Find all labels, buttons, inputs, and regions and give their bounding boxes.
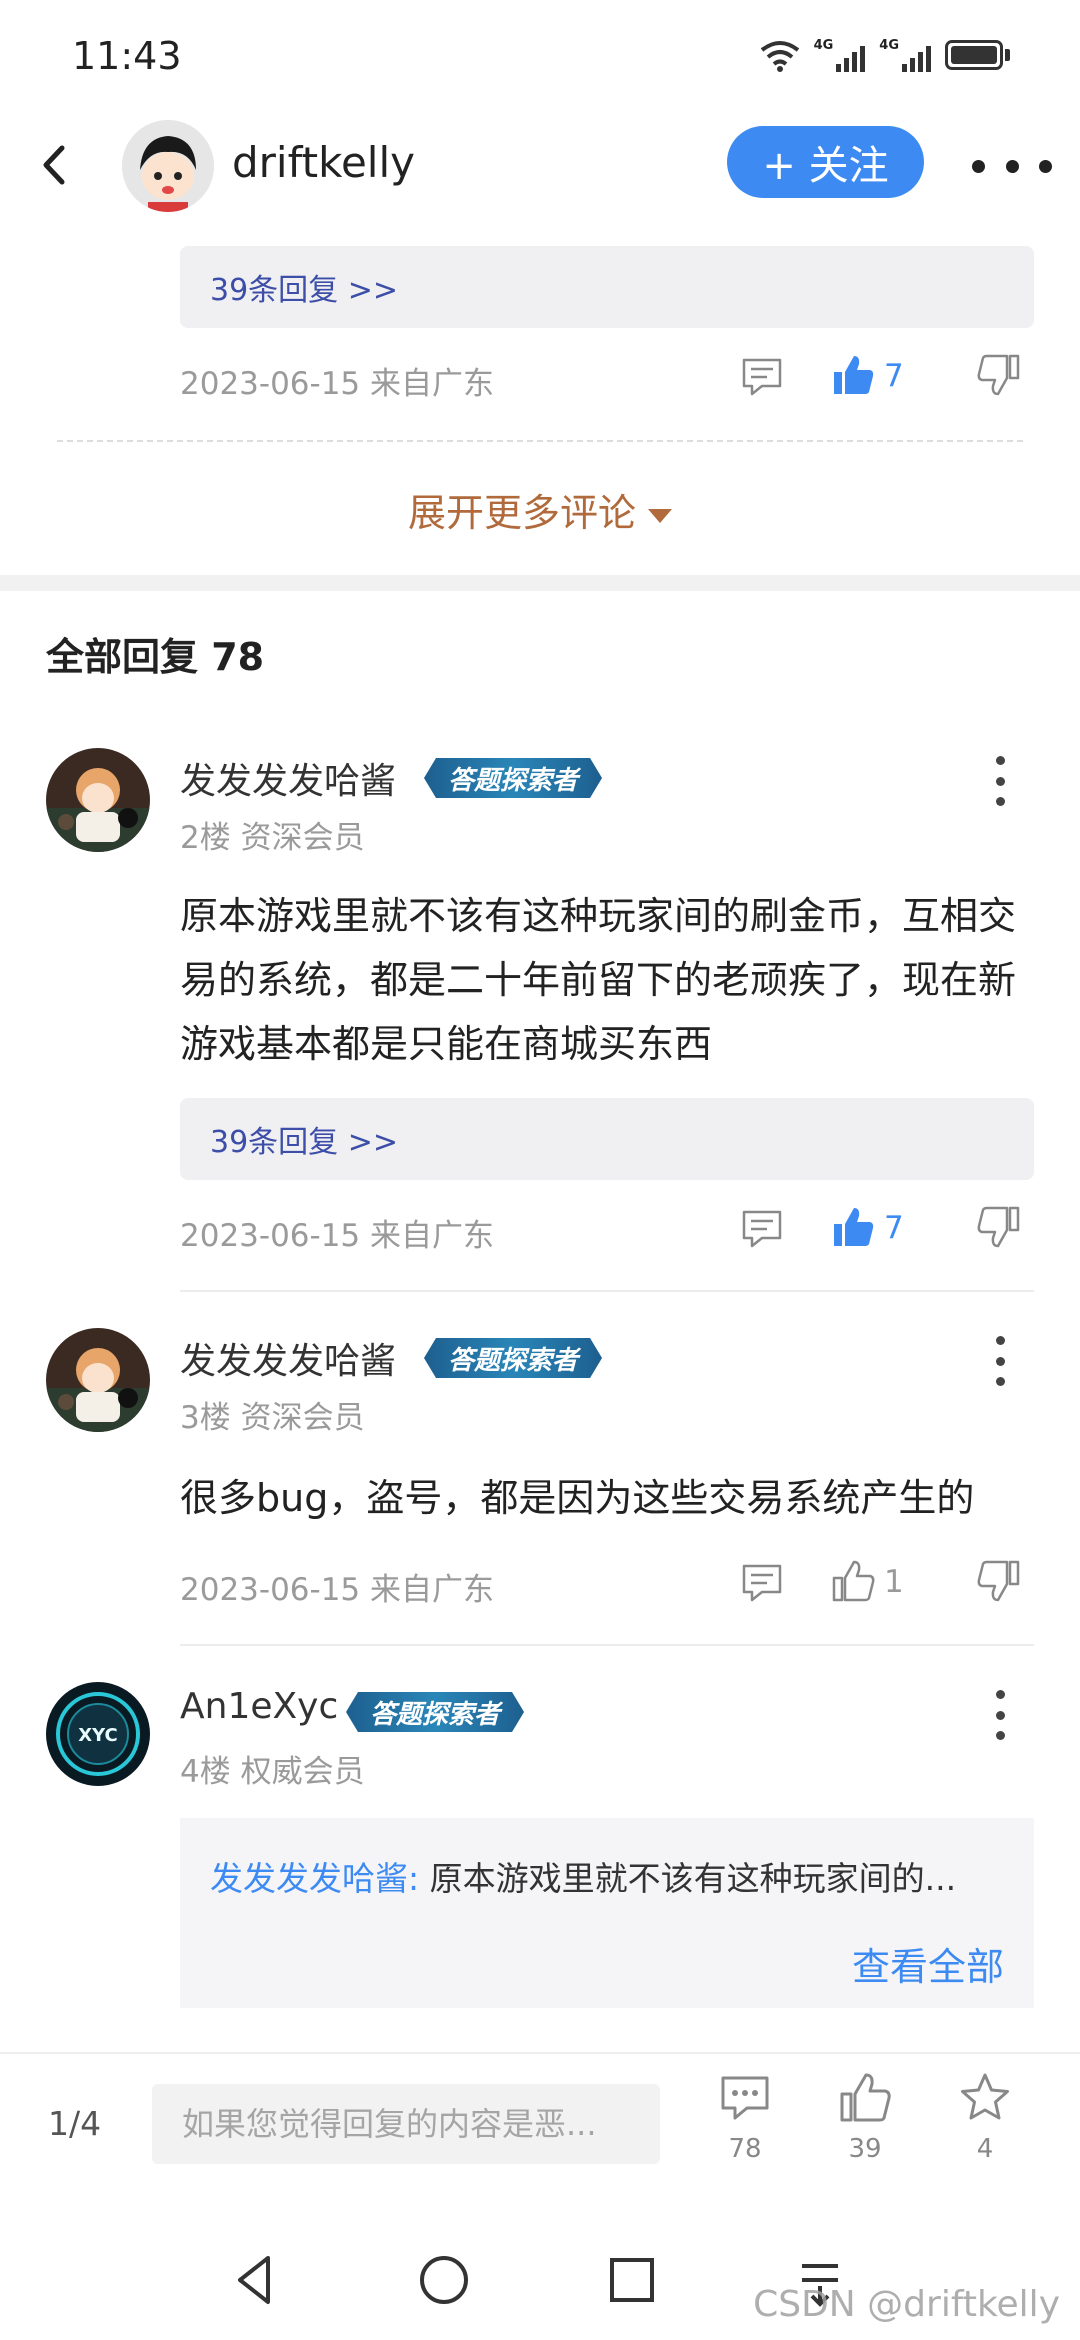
like-count: 1 [884, 1564, 904, 1600]
watermark: CSDN @driftkelly [753, 2284, 1060, 2325]
comment-divider [180, 1644, 1034, 1646]
commenter-username[interactable]: An1eXyc [180, 1686, 338, 1727]
dashed-divider [57, 440, 1023, 442]
comment-bubble-icon [721, 2076, 769, 2120]
thumbs-up-icon[interactable] [830, 1204, 876, 1250]
page-indicator[interactable]: 1/4 [48, 2104, 101, 2143]
comment-more-icon[interactable] [990, 1336, 1010, 1386]
replies-link[interactable]: 39条回复 >> [180, 246, 1034, 328]
quoted-reply-box[interactable]: 发发发发哈酱: 原本游戏里就不该有这种玩家间的... 查看全部 [180, 1818, 1034, 2008]
achievement-badge: 答题探索者 [424, 758, 602, 798]
comment-meta: 2023-06-15 来自广东 [180, 366, 495, 402]
comment-icon[interactable] [740, 1560, 784, 1604]
follow-button[interactable]: + 关注 [727, 126, 924, 198]
thumbs-down-icon[interactable] [976, 1558, 1022, 1604]
top-bar: driftkelly + 关注 [0, 110, 1080, 220]
favorite-button[interactable]: 4 [945, 2070, 1025, 2180]
expand-more-label: 展开更多评论 [407, 491, 636, 535]
floor-info: 4楼 权威会员 [180, 1754, 365, 1790]
back-arrow-icon[interactable] [30, 140, 80, 190]
anime-avatar-icon [46, 748, 150, 852]
battery-tip [1005, 49, 1010, 61]
comment-icon[interactable] [740, 354, 784, 398]
comment-meta-row: 2023-06-15 来自广东 7 [180, 1198, 1034, 1258]
like-count: 7 [884, 1210, 904, 1246]
comment-meta: 2023-06-15 来自广东 [180, 1572, 495, 1608]
comment-body: 很多bug，盗号，都是因为这些交易系统产生的 [180, 1476, 975, 1520]
nav-home-icon[interactable] [414, 2250, 474, 2310]
comment-more-icon[interactable] [990, 756, 1010, 806]
achievement-badge: 答题探索者 [346, 1692, 524, 1732]
all-replies-heading: 全部回复 78 [46, 635, 265, 679]
achievement-badge: 答题探索者 [424, 1338, 602, 1378]
status-icons: 4G 4G [760, 38, 1010, 72]
nav-recents-icon[interactable] [602, 2250, 662, 2310]
signal-icon: 4G [814, 38, 866, 72]
comments-button[interactable]: 78 [705, 2070, 785, 2180]
comment-more-icon[interactable] [990, 1690, 1010, 1740]
commenter-username[interactable]: 发发发发哈酱 [180, 752, 396, 804]
thumbs-down-icon[interactable] [976, 1204, 1022, 1250]
bottom-action-bar: 1/4 78 39 4 [0, 2052, 1080, 2192]
section-divider [0, 575, 1080, 591]
star-icon [961, 2073, 1009, 2120]
comment-divider [180, 1290, 1034, 1292]
header-username[interactable]: driftkelly [232, 138, 415, 187]
commenter-avatar[interactable] [46, 1328, 150, 1432]
thumbs-up-icon[interactable] [830, 352, 876, 398]
comment-meta-row: 2023-06-15 来自广东 1 [180, 1552, 1034, 1612]
xyc-logo-avatar-icon: XYC [46, 1682, 150, 1786]
like-total: 39 [848, 2134, 882, 2164]
view-all-link[interactable]: 查看全部 [852, 1936, 1004, 1991]
more-options-icon[interactable] [972, 136, 1052, 196]
anime-avatar-icon [46, 1328, 150, 1432]
floor-info: 3楼 资深会员 [180, 1400, 365, 1436]
like-count: 7 [884, 358, 904, 394]
thumbs-down-icon[interactable] [976, 352, 1022, 398]
thumbs-up-icon[interactable] [830, 1558, 876, 1604]
favorite-count: 4 [976, 2134, 994, 2164]
cartoon-face-icon [122, 120, 214, 212]
thumbs-up-icon [840, 2073, 891, 2122]
user-avatar[interactable] [122, 120, 214, 212]
wifi-icon [760, 41, 799, 72]
quoted-text: 原本游戏里就不该有这种玩家间的... [419, 1859, 957, 1898]
comment-meta: 2023-06-15 来自广东 [180, 1218, 495, 1254]
like-button[interactable]: 39 [825, 2070, 905, 2180]
network-type-label: 4G [813, 38, 834, 53]
replies-link[interactable]: 39条回复 >> [180, 1098, 1034, 1180]
floor-info: 2楼 资深会员 [180, 820, 365, 856]
avatar-logo-text: XYC [78, 1725, 117, 1746]
reply-input[interactable] [152, 2084, 660, 2164]
comment-body: 原本游戏里就不该有这种玩家间的刷金币，互相交易的系统，都是二十年前留下的老顽疾了… [180, 894, 1017, 1066]
nav-back-icon[interactable] [226, 2250, 286, 2310]
battery-icon [945, 40, 1003, 70]
comment-meta-row: 2023-06-15 来自广东 7 [180, 346, 1034, 406]
commenter-avatar[interactable] [46, 748, 150, 852]
expand-more-comments-button[interactable]: 展开更多评论 [0, 482, 1080, 537]
comment-icon[interactable] [740, 1206, 784, 1250]
system-navigation-bar: CSDN @driftkelly [0, 2220, 1080, 2340]
signal-icon: 4G [879, 38, 931, 72]
caret-down-icon [648, 508, 672, 523]
quoted-reply-line: 发发发发哈酱: 原本游戏里就不该有这种玩家间的... [210, 1852, 956, 1900]
commenter-username[interactable]: 发发发发哈酱 [180, 1332, 396, 1384]
network-type-label: 4G [879, 38, 899, 53]
commenter-avatar[interactable]: XYC [46, 1682, 150, 1786]
status-time: 11:43 [72, 34, 182, 78]
status-bar: 11:43 4G 4G [0, 0, 1080, 110]
comment-count: 78 [728, 2134, 762, 2164]
quoted-username[interactable]: 发发发发哈酱: [210, 1859, 419, 1898]
